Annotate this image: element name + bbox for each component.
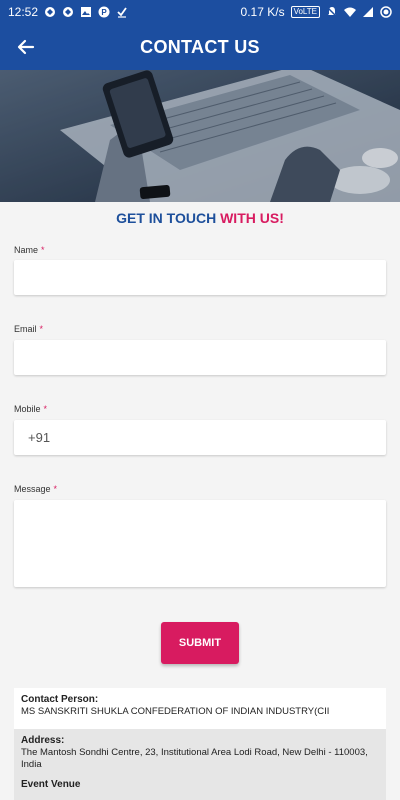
heading-part-2: WITH US! (220, 210, 284, 226)
page-title: CONTACT US (140, 36, 260, 57)
mute-icon (326, 6, 338, 18)
cell-signal-icon (363, 7, 373, 17)
required-mark: * (43, 404, 48, 414)
hero-image (0, 70, 400, 202)
heading-part-1: GET IN TOUCH (116, 210, 217, 226)
battery-icon (380, 6, 392, 18)
arrow-back-icon (17, 39, 35, 55)
message-label: Message * (14, 484, 57, 494)
message-label-text: Message (14, 484, 51, 494)
contact-person-value: MS SANSKRITI SHUKLA CONFEDERATION OF IND… (21, 706, 330, 717)
p-icon: P (98, 6, 110, 18)
address-label: Address: (21, 735, 65, 746)
status-bar: 12:52 P 0.17 K/s VoLTE (0, 0, 400, 24)
check-icon (117, 7, 127, 18)
contact-person-label: Contact Person: (21, 694, 99, 705)
app-bar: CONTACT US (0, 24, 400, 70)
status-time: 12:52 (8, 5, 39, 19)
image-icon (81, 7, 92, 17)
wifi-icon (344, 7, 356, 17)
message-textarea[interactable] (14, 500, 386, 587)
required-mark: * (41, 245, 45, 255)
section-heading: GET IN TOUCH WITH US! (0, 210, 400, 226)
name-label: Name * (14, 245, 45, 255)
email-input[interactable] (14, 340, 386, 375)
name-label-text: Name (14, 245, 39, 255)
status-bar-left: 12:52 P (8, 5, 128, 19)
svg-text:P: P (101, 8, 107, 17)
app-notification-icon (45, 7, 56, 17)
required-mark: * (39, 324, 44, 334)
mobile-input[interactable]: +91 (14, 420, 386, 455)
volte-badge: VoLTE (290, 6, 320, 18)
email-label-text: Email (14, 324, 37, 334)
submit-button[interactable]: SUBMIT (161, 622, 239, 664)
app-notification-icon (63, 7, 74, 17)
back-button[interactable] (12, 33, 40, 61)
status-bar-right: 0.17 K/s VoLTE (241, 5, 392, 19)
email-label: Email * (14, 324, 43, 334)
mobile-label: Mobile * (14, 404, 47, 414)
mobile-country-code: +91 (28, 430, 51, 445)
event-venue-label: Event Venue (21, 779, 81, 790)
required-mark: * (53, 484, 58, 494)
hero-photo-illustration (0, 70, 400, 202)
name-input[interactable] (14, 260, 386, 295)
network-speed: 0.17 K/s (240, 5, 285, 19)
address-value: The Mantosh Sondhi Centre, 23, Instituti… (21, 747, 368, 770)
mobile-label-text: Mobile (14, 404, 41, 414)
contact-person-card: Contact Person: MS SANSKRITI SHUKLA CONF… (14, 688, 386, 729)
address-card: Address: The Mantosh Sondhi Centre, 23, … (14, 729, 386, 800)
